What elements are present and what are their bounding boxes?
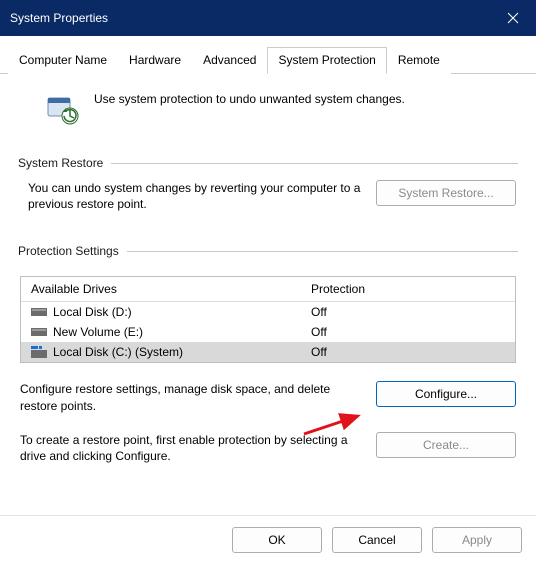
ok-button[interactable]: OK [232, 527, 322, 553]
configure-button[interactable]: Configure... [376, 381, 516, 407]
drives-header: Available Drives Protection [21, 277, 515, 302]
tab-computer-name[interactable]: Computer Name [8, 47, 118, 74]
drive-name: Local Disk (D:) [53, 305, 132, 319]
tab-hardware[interactable]: Hardware [118, 47, 192, 74]
protection-settings-legend: Protection Settings [18, 244, 119, 258]
drive-row[interactable]: Local Disk (D:) Off [21, 302, 515, 322]
drive-icon [31, 346, 47, 358]
system-restore-desc: You can undo system changes by reverting… [28, 180, 364, 212]
tab-advanced[interactable]: Advanced [192, 47, 267, 74]
drive-icon [31, 326, 47, 338]
tab-system-protection[interactable]: System Protection [267, 47, 386, 74]
create-desc: To create a restore point, first enable … [20, 432, 364, 464]
create-button[interactable]: Create... [376, 432, 516, 458]
dialog-footer: OK Cancel Apply [0, 515, 536, 564]
drive-icon [31, 306, 47, 318]
protection-settings-group: Protection Settings Available Drives Pro… [18, 244, 518, 470]
titlebar: System Properties [0, 0, 536, 36]
drive-protection: Off [311, 325, 327, 339]
apply-button[interactable]: Apply [432, 527, 522, 553]
col-available-drives[interactable]: Available Drives [21, 277, 301, 301]
drive-row[interactable]: New Volume (E:) Off [21, 322, 515, 342]
divider [111, 163, 518, 164]
drive-protection: Off [311, 305, 327, 319]
system-restore-group: System Restore You can undo system chang… [18, 156, 518, 218]
tab-strip: Computer NameHardwareAdvancedSystem Prot… [0, 36, 536, 74]
col-protection[interactable]: Protection [301, 277, 515, 301]
close-button[interactable] [490, 0, 536, 36]
drive-name: New Volume (E:) [53, 325, 143, 339]
tab-panel: Use system protection to undo unwanted s… [0, 74, 536, 480]
intro: Use system protection to undo unwanted s… [18, 86, 518, 142]
drive-name: Local Disk (C:) (System) [53, 345, 183, 359]
window-title: System Properties [10, 11, 108, 25]
cancel-button[interactable]: Cancel [332, 527, 422, 553]
system-properties-window: System Properties Computer NameHardwareA… [0, 0, 536, 564]
drive-protection: Off [311, 345, 327, 359]
system-restore-legend: System Restore [18, 156, 103, 170]
close-icon [507, 12, 519, 24]
intro-text: Use system protection to undo unwanted s… [94, 92, 405, 106]
drive-row[interactable]: Local Disk (C:) (System) Off [21, 342, 515, 362]
system-restore-button[interactable]: System Restore... [376, 180, 516, 206]
divider [127, 251, 518, 252]
configure-desc: Configure restore settings, manage disk … [20, 381, 364, 413]
shield-restore-icon [46, 92, 80, 126]
drives-list: Available Drives Protection Local Disk (… [20, 276, 516, 363]
tab-remote[interactable]: Remote [387, 47, 451, 74]
